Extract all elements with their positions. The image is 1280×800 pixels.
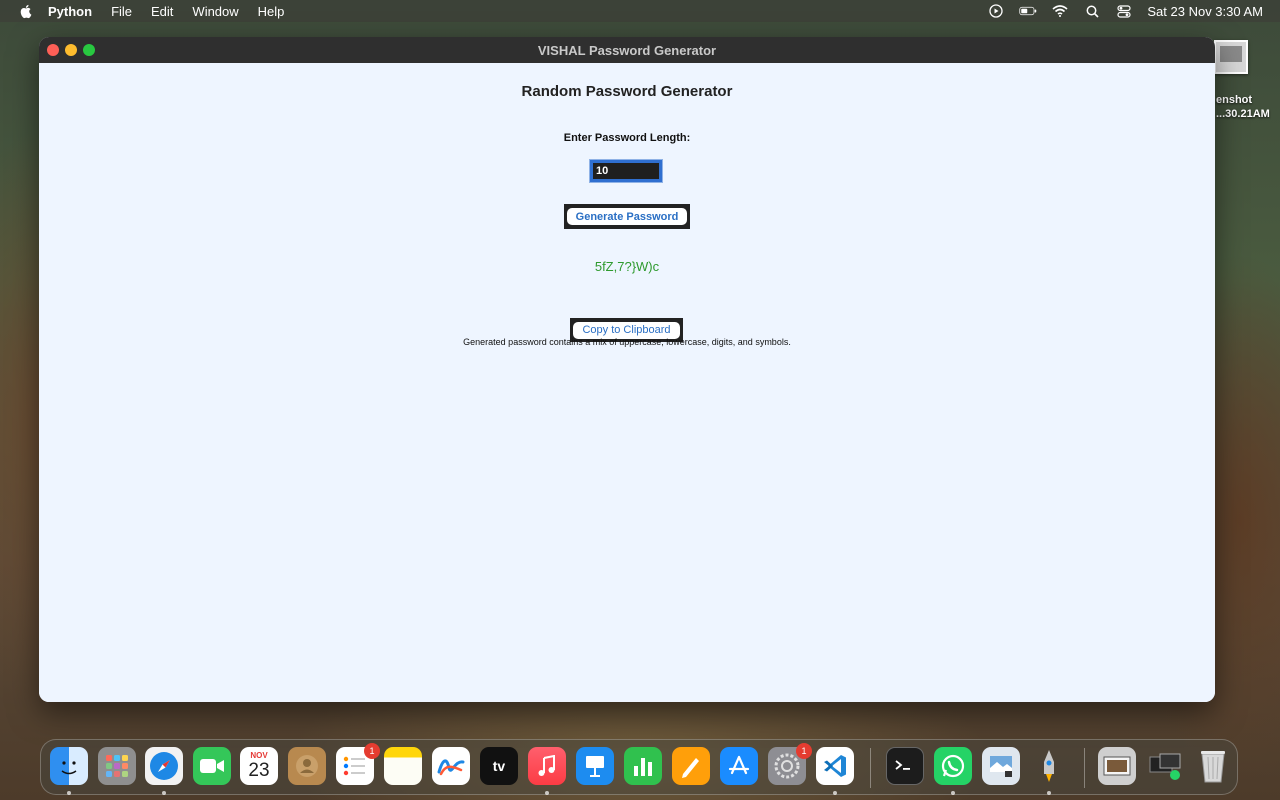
menu-bar: Python File Edit Window Help Sat 23 Nov … <box>0 0 1280 22</box>
calendar-icon[interactable]: NOV 23 <box>240 747 278 785</box>
spotlight-search-icon[interactable] <box>1083 4 1101 18</box>
apple-menu-icon[interactable] <box>18 3 34 19</box>
window-title: VISHAL Password Generator <box>537 42 717 58</box>
password-length-label: Enter Password Length: <box>563 132 691 144</box>
whatsapp-icon[interactable] <box>934 747 972 785</box>
page-title: Random Password Generator <box>521 83 733 100</box>
minimize-window-button[interactable] <box>65 44 77 56</box>
python-running-indicator <box>1047 791 1051 795</box>
system-settings-icon[interactable]: 1 <box>768 743 812 785</box>
window-titlebar[interactable]: VISHAL Password Generator <box>39 37 1215 63</box>
apple-tv-icon[interactable]: tv <box>480 747 518 785</box>
terminal-icon[interactable] <box>886 747 924 785</box>
app-store-icon[interactable] <box>720 747 758 785</box>
menu-file[interactable]: File <box>111 4 132 19</box>
vscode-running-indicator <box>833 791 837 795</box>
menu-edit[interactable]: Edit <box>151 4 173 19</box>
copy-to-clipboard-button[interactable]: Copy to Clipboard <box>573 321 680 339</box>
menu-datetime[interactable]: Sat 23 Nov 3:30 AM <box>1147 4 1263 19</box>
downloads-stack-icon[interactable] <box>1146 747 1184 785</box>
dock: NOV 23 1 tv 1 <box>40 739 1238 795</box>
python-launcher-icon[interactable] <box>1030 747 1068 785</box>
freeform-icon[interactable] <box>432 747 470 785</box>
play-icon[interactable] <box>987 4 1005 18</box>
keynote-icon[interactable] <box>576 747 614 785</box>
password-info-note: Generated password contains a mix of upp… <box>463 337 791 347</box>
menu-window[interactable]: Window <box>192 4 238 19</box>
menu-app-python[interactable]: Python <box>48 4 92 19</box>
dock-separator-2 <box>1084 748 1085 788</box>
preview-icon[interactable] <box>982 747 1020 785</box>
trash-icon[interactable] <box>1194 747 1232 785</box>
reminders-icon[interactable]: 1 <box>336 743 380 785</box>
screenshot-thumbnail <box>1214 40 1248 74</box>
pages-icon[interactable] <box>672 747 710 785</box>
music-icon[interactable] <box>528 747 566 785</box>
desktop-file-name-line2: ...30.21AM <box>1216 108 1270 120</box>
generate-button-frame: Generate Password <box>564 204 690 229</box>
generated-password: 5fZ,7?}W)c <box>594 259 660 274</box>
window-controls <box>47 44 95 56</box>
password-length-input[interactable] <box>590 160 662 182</box>
contacts-icon[interactable] <box>288 747 326 785</box>
calendar-month: NOV <box>250 750 268 760</box>
safari-icon[interactable] <box>145 747 183 785</box>
reminders-badge: 1 <box>364 743 380 759</box>
desktop-file-name-line1: enshot <box>1216 94 1253 106</box>
close-window-button[interactable] <box>47 44 59 56</box>
wifi-icon[interactable] <box>1051 4 1069 18</box>
music-running-indicator <box>545 791 549 795</box>
whatsapp-running-indicator <box>951 791 955 795</box>
app-content: Random Password Generator Enter Password… <box>39 63 1215 702</box>
notes-icon[interactable] <box>384 747 422 785</box>
generate-password-button[interactable]: Generate Password <box>567 208 687 225</box>
app-window: VISHAL Password Generator Random Passwor… <box>39 37 1215 702</box>
vscode-icon[interactable] <box>816 747 854 785</box>
finder-running-indicator <box>67 791 71 795</box>
finder-icon[interactable] <box>50 747 88 785</box>
numbers-icon[interactable] <box>624 747 662 785</box>
menu-help[interactable]: Help <box>258 4 285 19</box>
apple-tv-label: tv <box>492 758 506 774</box>
maximize-window-button[interactable] <box>83 44 95 56</box>
screenshot-stack-icon[interactable] <box>1098 747 1136 785</box>
desktop-screenshot-file[interactable]: enshot ...30.21AM <box>1214 40 1280 130</box>
safari-running-indicator <box>162 791 166 795</box>
calendar-day: 23 <box>248 759 270 781</box>
battery-icon[interactable] <box>1019 4 1037 18</box>
control-center-icon[interactable] <box>1115 4 1133 18</box>
system-settings-badge: 1 <box>796 743 812 759</box>
facetime-icon[interactable] <box>193 747 231 785</box>
launchpad-icon[interactable] <box>98 747 136 785</box>
dock-separator <box>870 748 871 788</box>
desktop-file-name: enshot ...30.21AM <box>1216 93 1270 121</box>
